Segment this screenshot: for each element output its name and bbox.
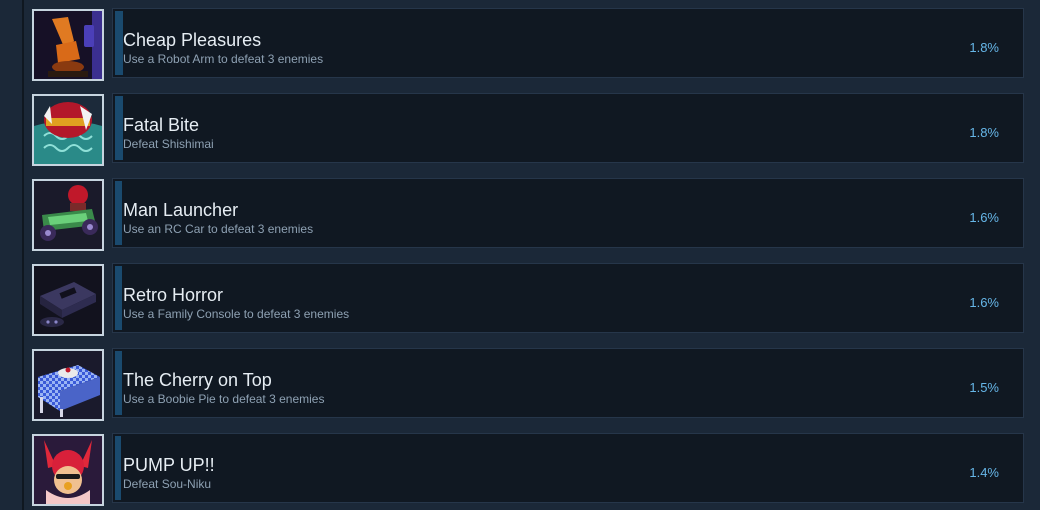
achievement-title: PUMP UP!!	[123, 455, 215, 475]
unlock-percent: 1.5%	[969, 380, 999, 395]
achievement-row-pump-up[interactable]: PUMP UP!! Defeat Sou-Niku 1.4%	[0, 433, 1040, 506]
unlock-percent: 1.8%	[969, 40, 999, 55]
progress-bar	[115, 181, 122, 245]
achievement-description: Defeat Shishimai	[123, 137, 214, 151]
achievement-card: The Cherry on Top Use a Boobie Pie to de…	[112, 348, 1024, 418]
achievement-card: Man Launcher Use an RC Car to defeat 3 e…	[112, 178, 1024, 248]
achievement-title: The Cherry on Top	[123, 370, 272, 390]
progress-bar	[115, 436, 121, 500]
achievement-row-the-cherry-on-top[interactable]: The Cherry on Top Use a Boobie Pie to de…	[0, 348, 1040, 421]
robot-arm-icon	[32, 9, 104, 81]
achievement-card: Fatal Bite Defeat Shishimai 1.8%	[112, 93, 1024, 163]
progress-bar	[115, 11, 123, 75]
unlock-percent: 1.6%	[969, 210, 999, 225]
achievements-page: Cheap Pleasures Use a Robot Arm to defea…	[0, 0, 1040, 510]
achievement-title: Fatal Bite	[123, 115, 200, 135]
achievement-description: Use a Family Console to defeat 3 enemies	[123, 307, 350, 321]
achievement-card: PUMP UP!! Defeat Sou-Niku 1.4%	[112, 433, 1024, 503]
progress-bar	[115, 351, 122, 415]
game-console-icon	[32, 264, 104, 336]
achievement-description: Use a Robot Arm to defeat 3 enemies	[123, 52, 324, 66]
achievement-title: Man Launcher	[123, 200, 239, 220]
pie-table-icon	[32, 349, 104, 421]
sou-niku-icon	[32, 434, 104, 506]
achievement-card: Cheap Pleasures Use a Robot Arm to defea…	[112, 8, 1024, 78]
achievement-title: Cheap Pleasures	[123, 30, 262, 50]
progress-bar	[115, 96, 123, 160]
achievement-title: Retro Horror	[123, 285, 224, 305]
achievement-row-retro-horror[interactable]: Retro Horror Use a Family Console to def…	[0, 263, 1040, 336]
unlock-percent: 1.8%	[969, 125, 999, 140]
achievement-description: Defeat Sou-Niku	[123, 477, 212, 491]
progress-bar	[115, 266, 122, 330]
unlock-percent: 1.6%	[969, 295, 999, 310]
shishimai-mask-icon	[32, 94, 104, 166]
achievement-description: Use a Boobie Pie to defeat 3 enemies	[123, 392, 325, 406]
achievement-card: Retro Horror Use a Family Console to def…	[112, 263, 1024, 333]
achievement-description: Use an RC Car to defeat 3 enemies	[123, 222, 314, 236]
achievement-list: Cheap Pleasures Use a Robot Arm to defea…	[0, 8, 1040, 510]
achievement-row-fatal-bite[interactable]: Fatal Bite Defeat Shishimai 1.8%	[0, 93, 1040, 166]
achievement-row-man-launcher[interactable]: Man Launcher Use an RC Car to defeat 3 e…	[0, 178, 1040, 251]
achievement-row-cheap-pleasures[interactable]: Cheap Pleasures Use a Robot Arm to defea…	[0, 8, 1040, 81]
unlock-percent: 1.4%	[969, 465, 999, 480]
rc-car-icon	[32, 179, 104, 251]
